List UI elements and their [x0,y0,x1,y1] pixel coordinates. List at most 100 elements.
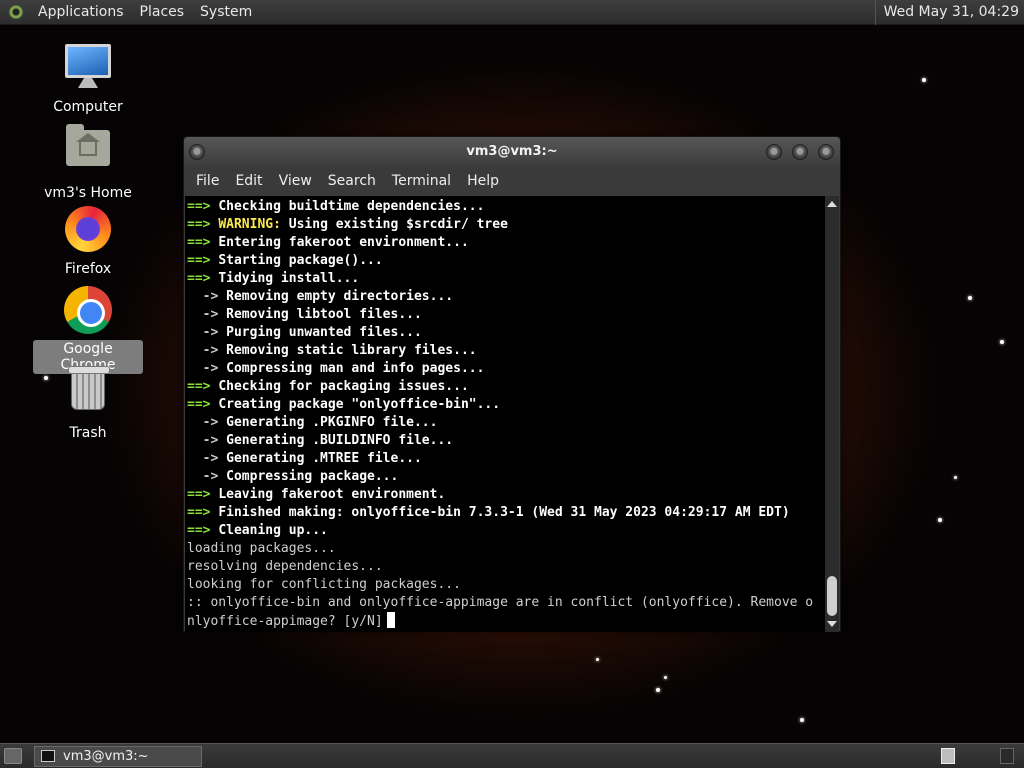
line-text: Generating .PKGINFO file... [226,415,438,430]
terminal-line: -> Generating .MTREE file... [187,450,827,468]
line-text: Removing static library files... [226,343,477,358]
line-prefix: ==> [187,235,219,250]
terminal-line: -> Purging unwanted files... [187,324,827,342]
line-prefix: -> [187,361,227,376]
star [656,688,660,692]
line-prefix: -> [187,415,227,430]
line-text: Using existing $srcdir/ tree [288,217,508,232]
maximize-icon[interactable] [792,144,808,160]
terminal-menubar: File Edit View Search Terminal Help [184,167,840,195]
terminal-line: ==> WARNING: Using existing $srcdir/ tre… [187,216,827,234]
window-menu-icon[interactable] [189,144,205,160]
line-prefix: ==> [187,199,219,214]
desktop-icon-firefox[interactable]: Firefox [33,206,143,278]
terminal-line: resolving dependencies... [187,558,827,576]
terminal-icon [41,750,55,762]
terminal-line: ==> Creating package "onlyoffice-bin"... [187,396,827,414]
line-prefix: -> [187,325,227,340]
line-text: Generating .BUILDINFO file... [226,433,454,448]
line-prefix: ==> [187,487,219,502]
star [664,676,667,679]
line-prefix: ==> [187,523,219,538]
taskbar-terminal-button[interactable]: vm3@vm3:~ [34,746,202,767]
terminal-line: -> Removing static library files... [187,342,827,360]
terminal-line: ==> Tidying install... [187,270,827,288]
line-text: Removing empty directories... [226,289,454,304]
line-prefix: -> [187,307,227,322]
terminal-line: -> Compressing package... [187,468,827,486]
line-text: Finished making: onlyoffice-bin 7.3.3-1 … [218,505,790,520]
terminal-line: ==> Checking buildtime dependencies... [187,198,827,216]
window-title: vm3@vm3:~ [466,144,558,159]
terminal-line: -> Removing libtool files... [187,306,827,324]
terminal-line: ==> Finished making: onlyoffice-bin 7.3.… [187,504,827,522]
distro-logo-icon[interactable] [8,4,24,20]
menu-terminal[interactable]: Terminal [384,173,459,189]
terminal-cursor [386,612,395,628]
star [938,518,942,522]
terminal-line: ==> Starting package()... [187,252,827,270]
terminal-line: -> Generating .BUILDINFO file... [187,432,827,450]
window-titlebar[interactable]: vm3@vm3:~ [184,137,840,167]
firefox-icon [64,206,112,254]
scroll-up-icon[interactable] [827,201,837,207]
warning-label: WARNING: [218,217,289,232]
line-text: Checking buildtime dependencies... [218,199,485,214]
clock[interactable]: Wed May 31, 04:29 [874,0,1024,25]
scrollbar-thumb[interactable] [827,576,837,616]
terminal-line: ==> Cleaning up... [187,522,827,540]
line-prefix: -> [187,289,227,304]
menu-search[interactable]: Search [320,173,384,189]
chrome-icon [64,286,112,334]
star [922,78,926,82]
line-prefix: -> [187,343,227,358]
trash-icon [64,366,112,418]
line-prefix: ==> [187,505,219,520]
computer-icon [64,44,112,92]
line-text: Purging unwanted files... [226,325,422,340]
line-text: Starting package()... [218,253,383,268]
terminal-window[interactable]: vm3@vm3:~ File Edit View Search Terminal… [183,136,841,632]
terminal-output[interactable]: ==> Checking buildtime dependencies... ==… [185,196,827,632]
menu-help[interactable]: Help [459,173,507,189]
workspace-1[interactable] [941,748,955,764]
menu-view[interactable]: View [271,173,320,189]
line-prefix: ==> [187,397,219,412]
terminal-line: ==> Checking for packaging issues... [187,378,827,396]
line-prefix: ==> [187,271,219,286]
line-prefix: ==> [187,379,219,394]
line-text: Checking for packaging issues... [218,379,469,394]
close-icon[interactable] [818,144,834,160]
desktop-icon-chrome[interactable]: Google Chrome [33,286,143,374]
desktop-icon-trash[interactable]: Trash [33,366,143,442]
terminal-line: -> Removing empty directories... [187,288,827,306]
minimize-icon[interactable] [766,144,782,160]
desktop-icon-label: Firefox [64,261,112,277]
system-menu[interactable]: System [192,4,260,20]
terminal-scrollbar[interactable] [825,196,839,632]
places-menu[interactable]: Places [132,4,193,20]
line-text: Tidying install... [218,271,360,286]
menu-file[interactable]: File [188,173,227,189]
line-prefix: -> [187,433,227,448]
line-text: resolving dependencies... [187,559,383,574]
line-text: loading packages... [187,541,336,556]
line-prefix: ==> [187,253,219,268]
line-text: Entering fakeroot environment... [218,235,469,250]
show-desktop-icon[interactable] [4,748,22,764]
line-text: Generating .MTREE file... [226,451,422,466]
line-text: Leaving fakeroot environment. [218,487,446,502]
applications-menu[interactable]: Applications [30,4,132,20]
line-text: nlyoffice-appimage? [y/N] [187,614,383,629]
terminal-line: ==> Entering fakeroot environment... [187,234,827,252]
terminal-line: nlyoffice-appimage? [y/N] [187,612,827,631]
line-prefix: ==> [187,217,219,232]
desktop-icon-computer[interactable]: Computer [33,44,143,116]
terminal-line: :: onlyoffice-bin and onlyoffice-appimag… [187,594,827,612]
top-panel: Applications Places System Wed May 31, 0… [0,0,1024,25]
scroll-down-icon[interactable] [827,621,837,627]
menu-edit[interactable]: Edit [227,173,270,189]
desktop-icon-home[interactable]: vm3's Home [33,124,143,202]
workspace-2[interactable] [1000,748,1014,764]
star [1000,340,1004,344]
